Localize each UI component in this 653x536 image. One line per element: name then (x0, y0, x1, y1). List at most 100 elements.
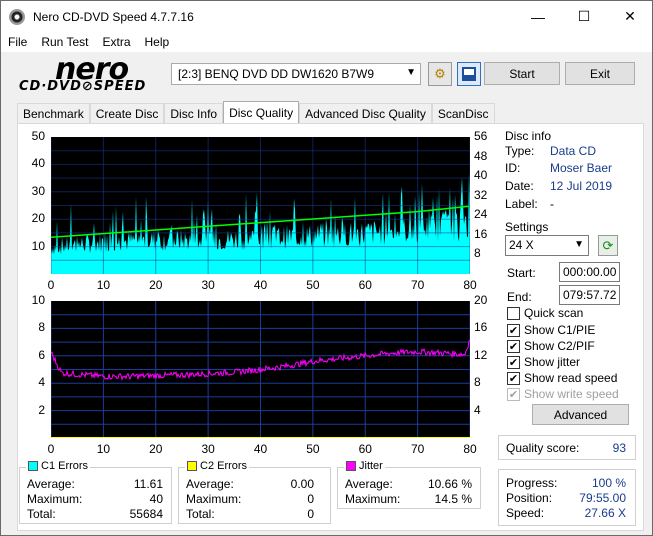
c2-average-label: Average: (186, 477, 234, 491)
checkmark-icon: ✔ (507, 371, 520, 385)
c2-total-value: 0 (307, 507, 314, 521)
show-read-speed-checkbox[interactable]: ✔ Show read speed (507, 371, 617, 385)
x-tick-label: 10 (96, 442, 111, 456)
toolbar: nero CD·DVD⊘SPEED [2:3] BENQ DVD DD DW16… (1, 52, 652, 99)
menu-file[interactable]: File (1, 35, 34, 49)
close-button[interactable]: ✕ (607, 1, 653, 32)
disc-id-value: Moser Baer (550, 161, 613, 175)
drive-info-button[interactable]: ⚙ (428, 62, 452, 86)
jitter-maximum-value: 14.5 % (434, 492, 472, 506)
menu-run-test[interactable]: Run Test (34, 35, 95, 49)
tab-disc-quality[interactable]: Disc Quality (223, 101, 300, 124)
c1-total-label: Total: (27, 507, 56, 521)
speed-select-value: 24 X (509, 238, 534, 252)
y2-tick-label: 48 (474, 148, 488, 163)
c2-errors-title: C2 Errors (200, 460, 248, 472)
c1-errors-chart (51, 137, 470, 274)
quick-scan-label: Quick scan (524, 306, 584, 320)
speed-select[interactable]: 24 X ▼ (505, 235, 589, 256)
x-tick-label: 0 (47, 442, 55, 456)
show-write-speed-checkbox: ✔ Show write speed (507, 387, 619, 401)
y-tick-label: 2 (38, 402, 45, 417)
y-tick-label: 50 (31, 129, 45, 143)
x-tick-label: 70 (410, 278, 425, 292)
menu-bar: File Run Test Extra Help (1, 32, 652, 52)
y-tick-label: 10 (31, 293, 45, 307)
nero-logo: nero CD·DVD⊘SPEED (19, 52, 169, 96)
disc-info-group: Disc info Type: Data CD ID: Moser Baer D… (498, 129, 635, 215)
tab-create-disc[interactable]: Create Disc (89, 103, 165, 124)
show-c1-pie-label: Show C1/PIE (524, 323, 596, 337)
show-c2-pif-checkbox[interactable]: ✔ Show C2/PIF (507, 339, 595, 353)
exit-button[interactable]: Exit (565, 62, 635, 85)
y2-tick-label: 8 (474, 375, 481, 390)
jitter-group: Jitter Average: 10.66 % Maximum: 14.5 % (337, 460, 481, 509)
floppy-disk-icon (462, 67, 476, 81)
save-button[interactable] (457, 62, 481, 86)
show-jitter-checkbox[interactable]: ✔ Show jitter (507, 355, 580, 369)
jitter-average-value: 10.66 % (427, 477, 472, 491)
y2-tick-label: 40 (474, 168, 488, 183)
y2-tick-label: 16 (474, 320, 488, 335)
c1-errors-group: C1 Errors Average: 11.61 Maximum: 40 Tot… (19, 460, 172, 524)
y2-tick-label: 4 (474, 402, 481, 417)
speed-value: 27.66 X (584, 506, 626, 520)
x-tick-label: 50 (306, 442, 320, 456)
tab-benchmark[interactable]: Benchmark (17, 103, 90, 124)
minimize-button[interactable]: — (515, 1, 561, 32)
refresh-speed-button[interactable]: ⟳ (598, 235, 618, 256)
disc-date-label: Date: (505, 179, 534, 193)
y2-tick-label: 24 (474, 207, 488, 222)
jitter-color-swatch (346, 461, 356, 471)
c2-maximum-value: 0 (307, 492, 314, 506)
settings-title: Settings (505, 220, 549, 234)
start-time-input[interactable]: 000:00.00 (559, 262, 620, 282)
disc-label-value: - (550, 197, 554, 211)
end-time-label: End: (507, 290, 532, 304)
x-tick-label: 10 (96, 278, 111, 292)
y2-tick-label: 32 (474, 187, 488, 202)
checkmark-icon: ✔ (507, 339, 520, 353)
start-time-label: Start: (507, 266, 536, 280)
tab-advanced-disc-quality[interactable]: Advanced Disc Quality (299, 103, 432, 124)
end-time-input[interactable]: 079:57.72 (559, 285, 620, 305)
progress-value: 100 % (591, 476, 626, 490)
quick-scan-checkbox[interactable]: Quick scan (507, 306, 583, 320)
drive-select[interactable]: [2:3] BENQ DVD DD DW1620 B7W9 ▼ (171, 63, 421, 85)
show-read-speed-label: Show read speed (524, 371, 618, 385)
x-tick-label: 0 (47, 278, 55, 292)
start-button[interactable]: Start (484, 62, 560, 85)
position-value: 79:55.00 (579, 491, 626, 505)
y2-tick-label: 20 (474, 293, 488, 307)
y-tick-label: 4 (38, 375, 45, 390)
tab-bar: Benchmark Create Disc Disc Info Disc Qua… (17, 101, 495, 124)
y-tick-label: 40 (31, 156, 45, 171)
y2-tick-label: 12 (474, 347, 488, 362)
y-tick-label: 10 (31, 238, 45, 253)
maximize-button[interactable]: ☐ (561, 1, 607, 32)
advanced-button[interactable]: Advanced (532, 404, 629, 425)
window-title: Nero CD-DVD Speed 4.7.7.16 (33, 9, 194, 24)
menu-extra[interactable]: Extra (95, 35, 137, 49)
c1-average-value: 11.61 (133, 477, 163, 491)
show-c1-pie-checkbox[interactable]: ✔ Show C1/PIE (507, 323, 595, 337)
position-label: Position: (506, 491, 553, 505)
progress-box: Progress: 100 % Position: 79:55.00 Speed… (498, 469, 636, 526)
c1-maximum-value: 40 (149, 492, 163, 506)
x-tick-label: 80 (463, 278, 477, 292)
x-tick-label: 40 (253, 278, 268, 292)
y2-tick-label: 16 (474, 226, 488, 241)
progress-label: Progress: (506, 476, 558, 490)
app-window: Nero CD-DVD Speed 4.7.7.16 — ☐ ✕ File Ru… (0, 0, 653, 536)
y-tick-label: 8 (38, 320, 45, 335)
tab-disc-info[interactable]: Disc Info (164, 103, 224, 124)
tab-scandisc[interactable]: ScanDisc (431, 103, 495, 124)
x-tick-label: 60 (358, 442, 372, 456)
menu-help[interactable]: Help (138, 35, 177, 49)
title-bar: Nero CD-DVD Speed 4.7.7.16 — ☐ ✕ (1, 1, 652, 32)
show-write-speed-label: Show write speed (524, 387, 619, 401)
c2-total-label: Total: (186, 507, 215, 521)
checkmark-icon: ✔ (507, 323, 520, 337)
quality-score-label: Quality score: (506, 441, 580, 455)
drive-select-value: [2:3] BENQ DVD DD DW1620 B7W9 (178, 67, 375, 81)
